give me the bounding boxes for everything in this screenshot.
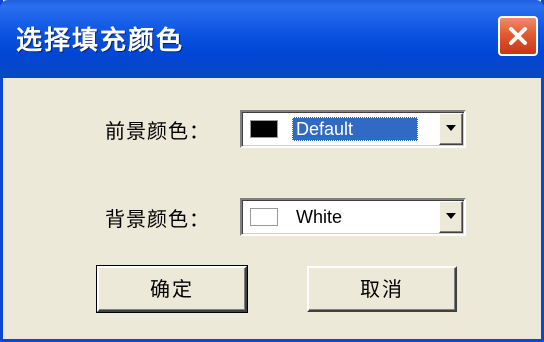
background-color-select[interactable]: White <box>240 198 466 236</box>
dialog-window: 选择填充颜色 前景颜色： Default 背景颜色： White 确定 取消 <box>0 0 544 342</box>
background-color-swatch <box>250 208 278 226</box>
foreground-color-value: Default <box>292 117 418 141</box>
cancel-button[interactable]: 取消 <box>307 266 457 312</box>
foreground-color-label: 前景颜色： <box>105 119 210 143</box>
dialog-title: 选择填充颜色 <box>16 26 185 56</box>
background-color-value: White <box>296 207 343 227</box>
chevron-down-icon <box>446 125 456 131</box>
foreground-dropdown-button[interactable] <box>439 113 463 145</box>
ok-button[interactable]: 确定 <box>96 265 248 313</box>
close-icon <box>509 27 527 45</box>
chevron-down-icon <box>446 213 456 219</box>
foreground-color-swatch <box>250 120 278 138</box>
background-dropdown-button[interactable] <box>439 201 463 233</box>
close-button[interactable] <box>498 16 538 56</box>
background-color-label: 背景颜色： <box>105 207 210 231</box>
title-bar[interactable]: 选择填充颜色 <box>0 0 544 78</box>
foreground-color-select[interactable]: Default <box>240 110 466 148</box>
